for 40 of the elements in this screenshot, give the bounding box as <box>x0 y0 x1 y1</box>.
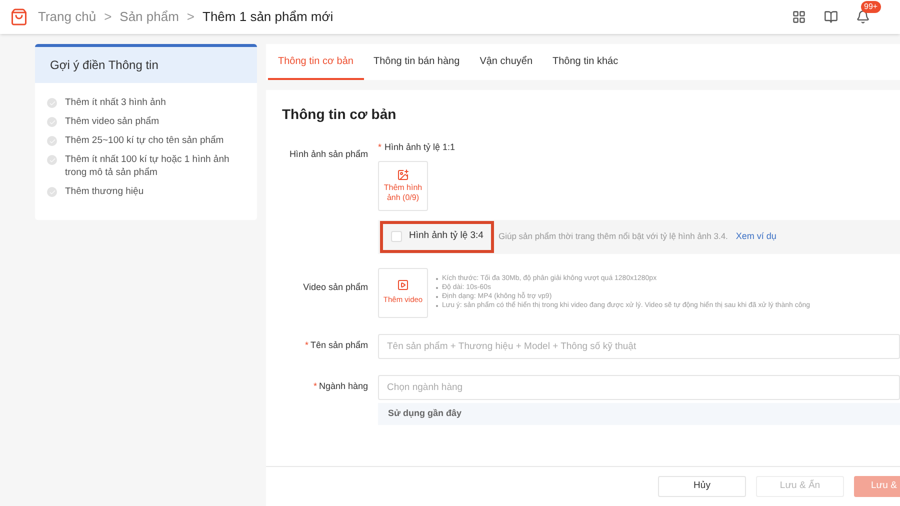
suggestion-text: Thêm thương hiệu <box>65 185 144 198</box>
book-icon[interactable] <box>824 10 838 24</box>
breadcrumb-item[interactable]: Trang chủ <box>38 7 96 27</box>
breadcrumb-item[interactable]: Sản phẩm <box>120 7 179 27</box>
checkbox-label: Hình ảnh tỷ lệ 3:4 <box>409 229 484 244</box>
checkbox[interactable] <box>391 231 402 242</box>
notification-icon[interactable] <box>856 10 870 24</box>
field-label: Ngành hàng <box>318 380 368 394</box>
section-title: Thông tin cơ bản <box>282 105 398 124</box>
required-mark: * <box>304 339 308 352</box>
field-label: Video sản phẩm <box>303 282 368 292</box>
suggestion-text: Thêm video sản phẩm <box>65 115 159 128</box>
shop-logo-icon[interactable] <box>10 8 28 26</box>
tab[interactable]: Vận chuyển <box>470 44 543 80</box>
breadcrumb-separator: > <box>104 8 112 26</box>
help-text: Giúp sản phẩm thời trang thêm nổi bật với tỷ lệ hình ảnh 3.4. <box>498 230 728 243</box>
suggestion-text: Thêm ít nhất 3 hình ảnh <box>65 96 166 109</box>
tab[interactable]: Thông tin cơ bản <box>268 44 364 80</box>
ratio-label: Hình ảnh tỷ lệ 1:1 <box>384 141 456 154</box>
add-image-icon <box>397 168 409 180</box>
input-field[interactable]: Tên sản phẩm + Thương hiệu + Model + Thông số kỹ thuật <box>378 334 900 358</box>
video-play-icon <box>397 279 409 292</box>
breadcrumb-item: Thêm 1 sản phẩm mới <box>202 8 334 26</box>
tab[interactable]: Thông tin khác <box>542 44 628 80</box>
breadcrumb-separator: > <box>186 8 195 26</box>
apps-grid-icon[interactable] <box>792 10 806 24</box>
recent-label: Sử dụng gần đây <box>388 406 462 420</box>
suggestion-text: Thêm 25~100 kí tự cho tên sản phẩm <box>65 134 224 147</box>
input-field[interactable]: Chọn ngành hàng <box>378 374 900 400</box>
field-label: Hình ảnh sản phẩm <box>289 149 368 159</box>
example-link[interactable]: Xem ví dụ <box>736 230 776 244</box>
field-label: Tên sản phẩm <box>310 339 368 352</box>
tab[interactable]: Thông tin bán hàng <box>364 44 470 80</box>
required-mark: * <box>313 380 317 394</box>
suggestions-title: Gợi ý điền Thông tin <box>50 57 158 74</box>
suggestion-text: Thêm ít nhất 100 kí tự hoặc 1 hình ảnh trong mô tả sản phẩm <box>65 153 230 179</box>
footer-button[interactable]: Hủy <box>658 476 746 497</box>
required-mark: * <box>378 141 382 154</box>
add-image-button[interactable]: Thêm hình ảnh (0/9) <box>378 160 428 210</box>
notification-badge: 99+ <box>861 1 881 13</box>
